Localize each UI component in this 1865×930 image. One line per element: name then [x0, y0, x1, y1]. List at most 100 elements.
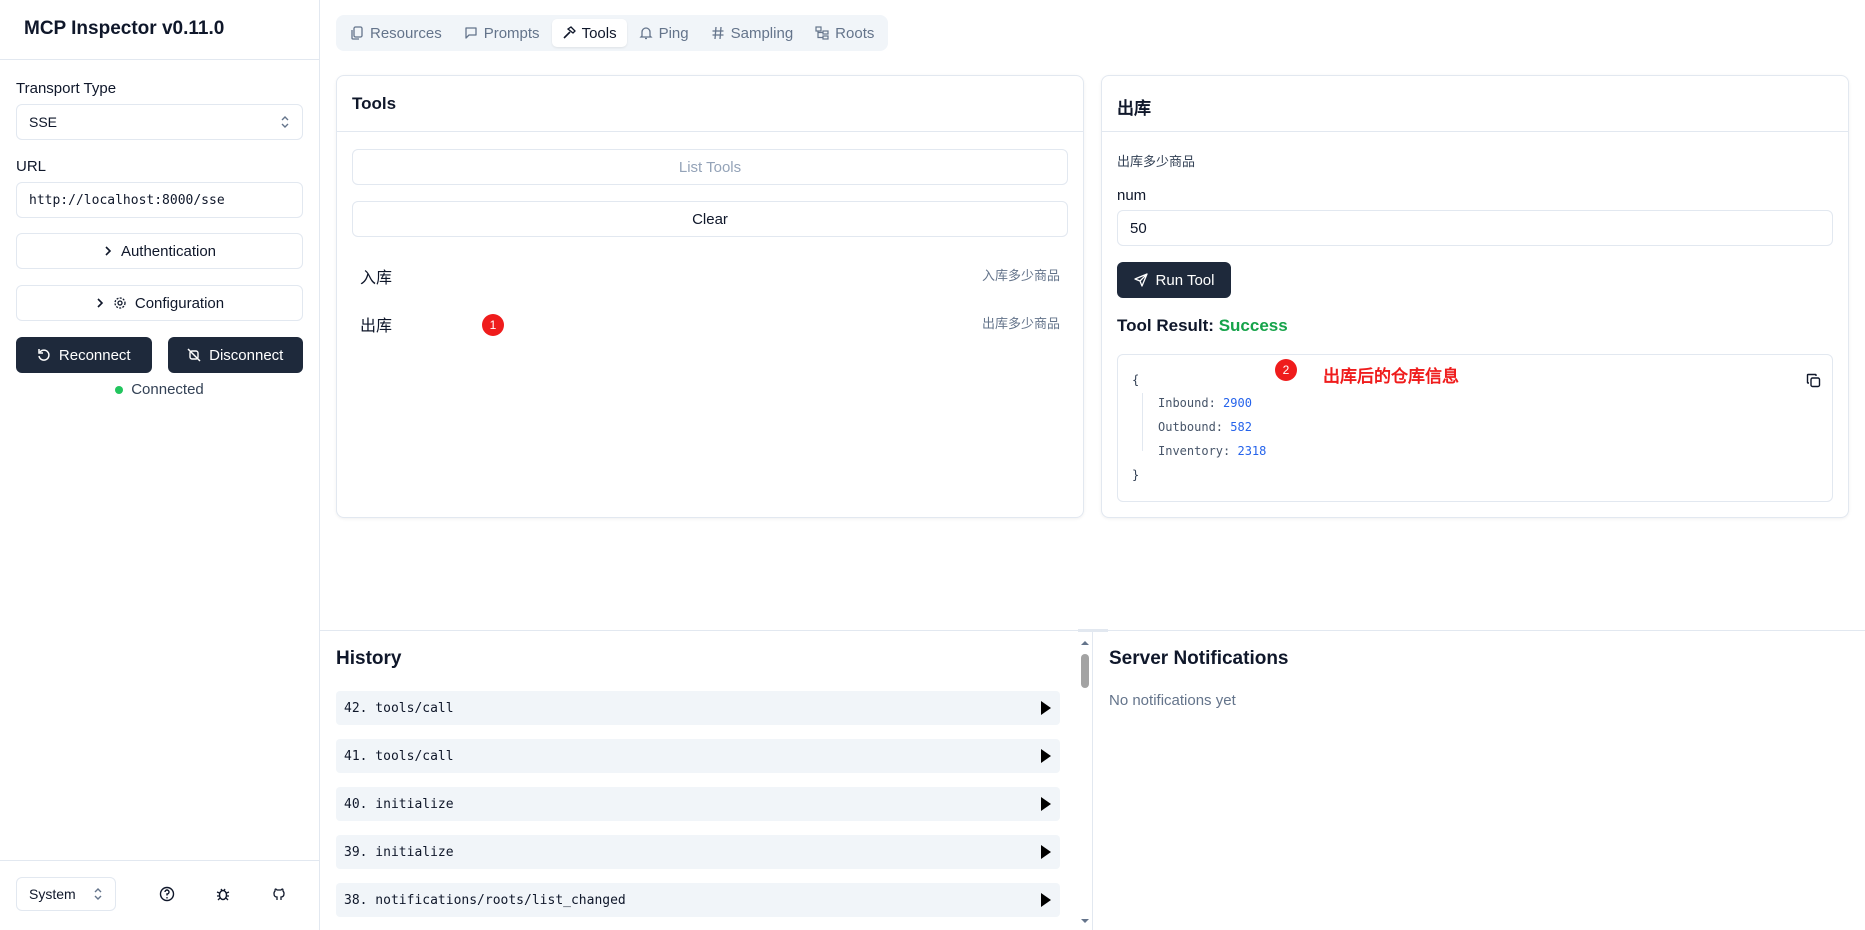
- send-icon: [1133, 273, 1148, 287]
- disconnect-button[interactable]: Disconnect: [167, 337, 303, 373]
- list-tools-button[interactable]: List Tools: [352, 149, 1068, 185]
- json-line: Inventory: 2318: [1158, 444, 1266, 458]
- scroll-down-icon: [1081, 919, 1089, 923]
- debug-button[interactable]: [209, 880, 237, 908]
- tab-label: Ping: [658, 24, 689, 42]
- folder-tree-icon: [815, 26, 829, 40]
- scroll-up-icon: [1081, 641, 1089, 645]
- panel-divider-vertical: [1092, 631, 1093, 930]
- tab-sampling[interactable]: Sampling: [701, 19, 804, 47]
- configuration-label: Configuration: [134, 294, 225, 312]
- json-close-brace: }: [1132, 468, 1140, 482]
- tool-item[interactable]: 出库 出库多少商品: [352, 300, 1068, 340]
- history-item[interactable]: 41. tools/call: [336, 739, 1060, 773]
- copy-icon: [1806, 373, 1820, 387]
- num-input[interactable]: 50: [1117, 210, 1833, 246]
- json-key: Outbound:: [1158, 420, 1224, 434]
- transport-type-select[interactable]: SSE: [16, 104, 303, 140]
- history-item-label: 42. tools/call: [344, 700, 454, 716]
- clear-button[interactable]: Clear: [352, 201, 1068, 237]
- json-value: 582: [1230, 420, 1252, 434]
- play-icon: [1041, 749, 1051, 763]
- tool-result-status: Success: [1218, 316, 1288, 335]
- disconnect-label: Disconnect: [209, 346, 284, 364]
- tab-label: Sampling: [730, 24, 794, 42]
- tool-name: 出库: [360, 318, 393, 335]
- configuration-button[interactable]: Configuration: [16, 285, 303, 321]
- tool-description: 出库多少商品: [981, 316, 1060, 331]
- tab-ping[interactable]: Ping: [629, 19, 699, 47]
- run-tool-label: Run Tool: [1155, 271, 1215, 289]
- history-item-label: 38. notifications/roots/list_changed: [344, 892, 626, 908]
- rotate-ccw-icon: [38, 349, 50, 361]
- tool-result-heading: Tool Result: Success: [1117, 316, 1288, 336]
- history-scrollbar[interactable]: [1078, 632, 1092, 930]
- bell-icon: [639, 27, 653, 40]
- history-item[interactable]: 42. tools/call: [336, 691, 1060, 725]
- sidebar-footer: System: [0, 860, 319, 930]
- reconnect-label: Reconnect: [58, 346, 131, 364]
- json-key: Inbound:: [1158, 396, 1216, 410]
- transport-type-label: Transport Type: [16, 80, 117, 97]
- help-circle-icon: [159, 886, 175, 902]
- url-input[interactable]: http://localhost:8000/sse: [16, 182, 303, 218]
- tab-label: Tools: [581, 24, 617, 42]
- tab-label: Resources: [370, 24, 442, 42]
- app-title: MCP Inspector v0.11.0: [0, 0, 319, 60]
- history-title: History: [336, 648, 402, 669]
- reconnect-button[interactable]: Reconnect: [16, 337, 152, 373]
- tab-label: Prompts: [483, 24, 540, 42]
- github-button[interactable]: [265, 880, 293, 908]
- bug-icon: [216, 888, 230, 901]
- json-value: 2318: [1237, 444, 1267, 458]
- tool-item[interactable]: 入库 入库多少商品: [352, 252, 1068, 292]
- history-item-label: 41. tools/call: [344, 748, 454, 764]
- tool-detail-panel: 出库 出库多少商品 num 50 Run Tool Tool Result: S…: [1101, 75, 1849, 518]
- history-item[interactable]: 39. initialize: [336, 835, 1060, 869]
- transport-type-value: SSE: [29, 114, 58, 130]
- theme-value: System: [29, 886, 76, 902]
- history-item[interactable]: 40. initialize: [336, 787, 1060, 821]
- url-label: URL: [16, 158, 47, 175]
- theme-select[interactable]: System: [16, 877, 116, 911]
- tools-panel-title: Tools: [337, 76, 1083, 132]
- play-icon: [1041, 893, 1051, 907]
- gear-icon: [114, 297, 126, 309]
- json-key: Inventory:: [1158, 444, 1231, 458]
- help-button[interactable]: [153, 880, 181, 908]
- hash-icon: [712, 26, 724, 40]
- tab-resources[interactable]: Resources: [340, 19, 452, 47]
- json-line: Outbound: 582: [1158, 420, 1252, 434]
- history-item-label: 40. initialize: [344, 796, 454, 812]
- tab-bar: Resources Prompts Tools Ping Sampling Ro…: [336, 15, 889, 51]
- param-label: num: [1117, 187, 1147, 204]
- chevrons-up-down-icon: [94, 888, 102, 900]
- tool-result-json: { Inbound: 2900 Outbound: 582 Inventory:…: [1117, 354, 1833, 502]
- tools-panel: Tools List Tools Clear 入库 入库多少商品 出库 出库多少…: [336, 75, 1084, 518]
- unplug-icon: [187, 348, 201, 362]
- files-icon: [351, 26, 363, 40]
- json-line: Inbound: 2900: [1158, 396, 1252, 410]
- annotation-marker-2: 2: [1275, 359, 1297, 381]
- play-icon: [1041, 701, 1051, 715]
- authentication-button[interactable]: Authentication: [16, 233, 303, 269]
- history-item[interactable]: 38. notifications/roots/list_changed: [336, 883, 1060, 917]
- tab-tools[interactable]: Tools: [551, 19, 627, 47]
- annotation-marker-1: 1: [482, 314, 504, 336]
- status-text: Connected: [131, 381, 204, 398]
- notifications-empty: No notifications yet: [1109, 692, 1236, 709]
- chevrons-up-down-icon: [281, 116, 289, 128]
- tab-roots[interactable]: Roots: [805, 19, 884, 47]
- notifications-title: Server Notifications: [1109, 648, 1289, 669]
- connection-status: Connected: [16, 381, 303, 398]
- tab-prompts[interactable]: Prompts: [454, 19, 550, 47]
- chevron-right-icon: [97, 298, 104, 308]
- json-open-brace: {: [1132, 373, 1140, 387]
- scroll-thumb[interactable]: [1081, 654, 1089, 688]
- tool-detail-title: 出库: [1102, 76, 1848, 132]
- hammer-icon: [562, 26, 576, 39]
- copy-button[interactable]: [1802, 369, 1824, 391]
- tool-description: 入库多少商品: [981, 268, 1060, 283]
- tool-result-label: Tool Result:: [1117, 316, 1214, 335]
- run-tool-button[interactable]: Run Tool: [1117, 262, 1231, 298]
